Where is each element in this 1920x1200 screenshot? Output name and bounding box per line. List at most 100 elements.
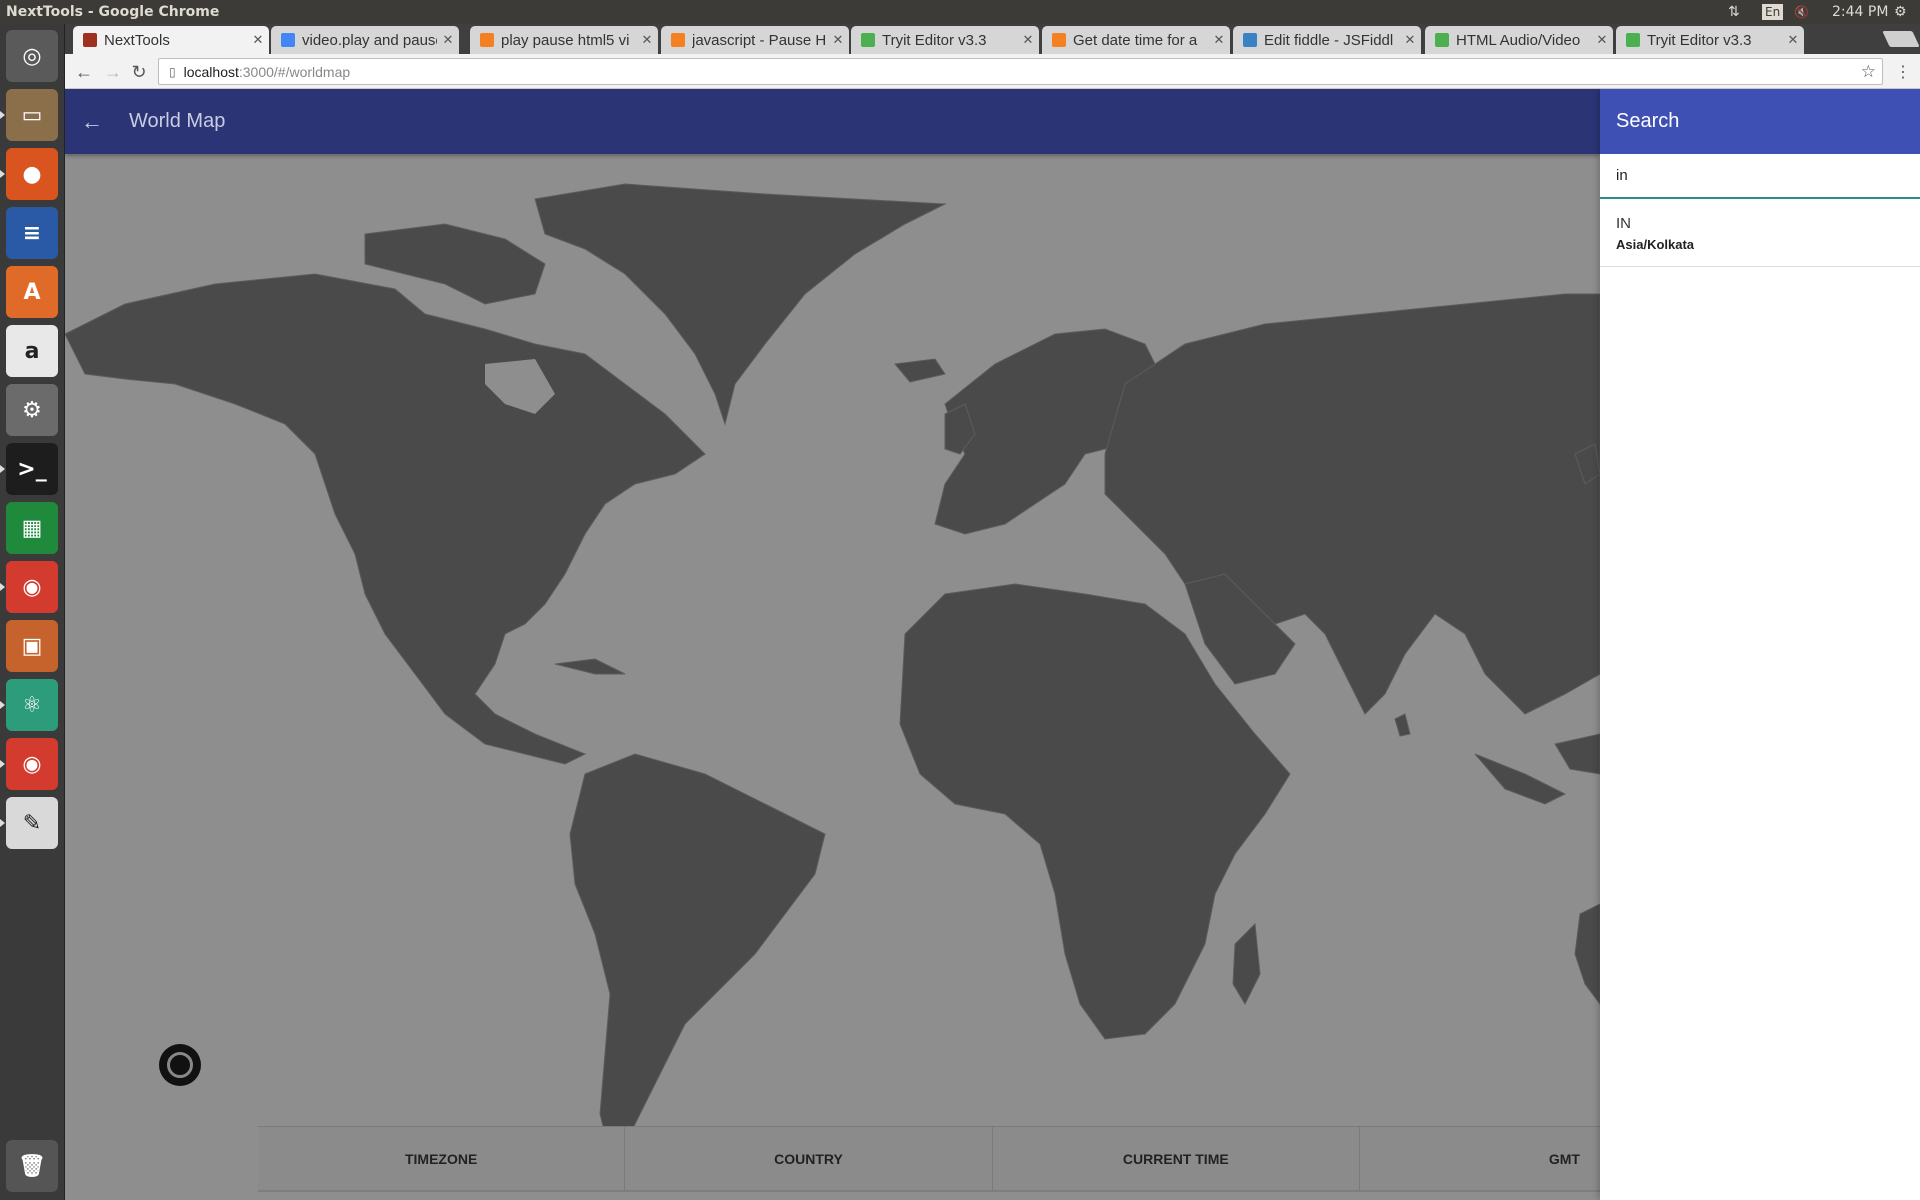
- tab-favicon-icon: [281, 33, 295, 47]
- forward-arrow-icon[interactable]: →: [102, 61, 124, 83]
- launcher-amazon-icon[interactable]: a: [6, 325, 58, 377]
- tab-favicon-icon: [480, 33, 494, 47]
- session-gear-icon[interactable]: ⚙: [1894, 0, 1907, 24]
- browser-tab[interactable]: javascript - Pause H ✕: [661, 26, 849, 54]
- running-indicator: [0, 170, 5, 178]
- search-input[interactable]: [1600, 154, 1920, 199]
- launcher-chrome-icon[interactable]: ◉: [6, 561, 58, 613]
- tab-favicon-icon: [1435, 33, 1449, 47]
- tab-title: video.play and pause: [302, 31, 437, 49]
- tab-title: HTML Audio/Video: [1456, 31, 1581, 49]
- launcher-trash-icon[interactable]: 🗑: [6, 1140, 58, 1192]
- launcher-libreoffice-calc-icon[interactable]: ▦: [6, 502, 58, 554]
- tab-close-icon[interactable]: ✕: [636, 32, 658, 48]
- url-host: localhost: [183, 63, 239, 80]
- tab-close-icon[interactable]: ✕: [1782, 32, 1804, 48]
- running-indicator: [0, 465, 5, 473]
- search-panel-title: Search: [1600, 89, 1920, 154]
- sound-muted-icon[interactable]: 🔇: [1794, 0, 1809, 24]
- tab-favicon-icon: [83, 33, 97, 47]
- south-america[interactable]: [569, 753, 826, 1155]
- bookmark-star-icon[interactable]: ☆: [1861, 62, 1876, 82]
- search-panel: Search IN Asia/Kolkata: [1600, 89, 1920, 1200]
- browser-tab[interactable]: video.play and pause ✕: [271, 26, 459, 54]
- window-title: NextTools - Google Chrome: [6, 4, 220, 20]
- tab-favicon-icon: [671, 33, 685, 47]
- address-bar[interactable]: ▯ localhost:3000/#/worldmap ☆: [158, 58, 1883, 85]
- browser-tab[interactable]: Get date time for a ✕: [1042, 26, 1230, 54]
- tab-close-icon[interactable]: ✕: [1208, 32, 1230, 48]
- sri-lanka[interactable]: [1394, 713, 1411, 737]
- chrome-menu-icon[interactable]: ⋮: [1895, 62, 1911, 82]
- tab-title: NextTools: [104, 31, 170, 49]
- launcher-terminal-icon[interactable]: >_: [6, 443, 58, 495]
- url-path: :3000/#/worldmap: [238, 63, 351, 80]
- network-icon[interactable]: ⇅: [1728, 0, 1740, 24]
- reload-icon[interactable]: ↻: [128, 61, 150, 83]
- browser-tab[interactable]: Tryit Editor v3.3 ✕: [851, 26, 1039, 54]
- header-country[interactable]: COUNTRY: [625, 1127, 993, 1190]
- tab-close-icon[interactable]: ✕: [827, 32, 849, 48]
- launcher-files-icon[interactable]: ▭: [6, 89, 58, 141]
- launcher-chrome-2-icon[interactable]: ◉: [6, 738, 58, 790]
- browser-tab[interactable]: play pause html5 vi ✕: [470, 26, 658, 54]
- tab-favicon-icon: [1052, 33, 1066, 47]
- launcher-atom-icon[interactable]: ⚛: [6, 679, 58, 731]
- tab-strip: NextTools ✕ video.play and pause ✕ play paus…: [65, 24, 1920, 54]
- running-indicator: [0, 111, 5, 119]
- cuba[interactable]: [554, 658, 626, 675]
- page-icon: ▯: [169, 64, 176, 79]
- new-tab-button[interactable]: [1882, 31, 1920, 47]
- timezone-info-table: TIMEZONE COUNTRY CURRENT TIME GMT: [258, 1126, 1600, 1192]
- madagascar[interactable]: [1232, 922, 1261, 1006]
- launcher-libreoffice-writer-icon[interactable]: ≡: [6, 207, 58, 259]
- browser-tab[interactable]: Tryit Editor v3.3 ✕: [1616, 26, 1804, 54]
- keyboard-layout-indicator[interactable]: En: [1762, 4, 1784, 20]
- result-timezone: Asia/Kolkata: [1616, 237, 1695, 252]
- tab-close-icon[interactable]: ✕: [247, 32, 269, 48]
- running-indicator: [0, 701, 5, 709]
- browser-tab[interactable]: Edit fiddle - JSFiddl ✕: [1233, 26, 1421, 54]
- back-arrow-icon[interactable]: ←: [73, 61, 95, 83]
- launcher-system-settings-icon[interactable]: ⚙: [6, 384, 58, 436]
- header-timezone[interactable]: TIMEZONE: [258, 1127, 626, 1190]
- target-icon: [167, 1052, 193, 1078]
- running-indicator: [0, 819, 5, 827]
- launcher-dash-home-icon[interactable]: ◎: [6, 30, 58, 82]
- locate-button[interactable]: [159, 1044, 201, 1086]
- app-back-arrow-icon[interactable]: ←: [81, 109, 109, 135]
- borneo[interactable]: [1554, 733, 1600, 775]
- running-indicator: [0, 583, 5, 591]
- tab-favicon-icon: [1626, 33, 1640, 47]
- north-america[interactable]: [65, 273, 706, 765]
- australia[interactable]: [1574, 903, 1600, 1005]
- header-current-time[interactable]: CURRENT TIME: [993, 1127, 1360, 1190]
- launcher: ◎ ▭ ● ≡ Aa ⚙ >_ ▦ ◉ ▣ ⚛ ◉ ✎ 🗑: [0, 24, 65, 1200]
- clock[interactable]: 2:44 PM: [1832, 0, 1888, 24]
- tab-close-icon[interactable]: ✕: [1591, 32, 1613, 48]
- iceland[interactable]: [894, 358, 946, 383]
- browser-tab[interactable]: NextTools ✕: [73, 26, 269, 54]
- world-map[interactable]: [65, 154, 1600, 1200]
- header-gmt[interactable]: GMT: [1360, 1127, 1600, 1190]
- tab-favicon-icon: [1243, 33, 1257, 47]
- tab-title: Tryit Editor v3.3: [1647, 31, 1752, 49]
- tab-close-icon[interactable]: ✕: [1017, 32, 1039, 48]
- indonesia[interactable]: [1474, 753, 1567, 805]
- launcher-firefox-icon[interactable]: ●: [6, 148, 58, 200]
- browser-toolbar: ← → ↻ ▯ localhost:3000/#/worldmap ☆ ⋮: [65, 54, 1920, 89]
- result-country-code: IN: [1616, 215, 1631, 232]
- launcher-software-center-icon[interactable]: A: [6, 266, 58, 318]
- tab-close-icon[interactable]: ✕: [437, 32, 459, 48]
- search-result-item[interactable]: IN Asia/Kolkata: [1600, 199, 1920, 267]
- tab-close-icon[interactable]: ✕: [1399, 32, 1421, 48]
- tab-title: Tryit Editor v3.3: [882, 31, 987, 49]
- tab-title: Get date time for a: [1073, 31, 1198, 49]
- top-panel: NextTools - Google Chrome ⇅ En 🔇 2:44 PM…: [0, 0, 1920, 24]
- app-content: ← World Map TIMEZONE COUNTRY CURRENT TIM…: [65, 89, 1920, 1200]
- launcher-libreoffice-impress-icon[interactable]: ▣: [6, 620, 58, 672]
- tab-title: play pause html5 vi: [501, 31, 630, 49]
- running-indicator: [0, 760, 5, 768]
- browser-tab[interactable]: HTML Audio/Video ✕: [1425, 26, 1613, 54]
- launcher-text-editor-icon[interactable]: ✎: [6, 797, 58, 849]
